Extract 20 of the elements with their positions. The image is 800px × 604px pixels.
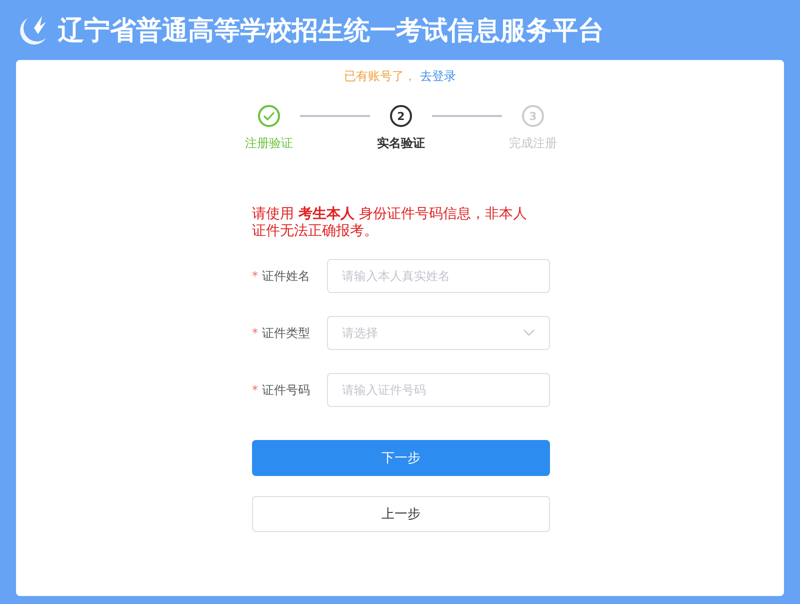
notice-text: 请使用 考生本人 身份证件号码信息，非本人证件无法正确报考。 [252, 206, 528, 240]
back-button[interactable]: 上一步 [252, 496, 550, 532]
field-label: 证件类型 [262, 326, 310, 340]
required-mark: * [252, 268, 258, 282]
field-label: 证件号码 [262, 382, 310, 396]
next-button[interactable]: 下一步 [252, 440, 550, 476]
step-label: 注册验证 [245, 135, 293, 152]
login-prompt: 已有账号了， [344, 68, 416, 85]
step-label: 完成注册 [509, 135, 557, 152]
input-field[interactable]: 请输入本人真实姓名 [327, 259, 550, 293]
site-title: 辽宁省普通高等学校招生统一考试信息服务平台 [58, 14, 604, 48]
login-link[interactable]: 去登录 [420, 68, 456, 85]
select-field[interactable]: 请选择 [327, 316, 550, 350]
step-number: 2 [390, 105, 412, 127]
required-mark: * [252, 382, 258, 396]
required-mark: * [252, 326, 258, 340]
chevron-down-icon [523, 329, 535, 337]
step-label: 实名验证 [377, 135, 425, 152]
field-label: 证件姓名 [262, 268, 310, 282]
input-field[interactable]: 请输入证件号码 [327, 373, 550, 407]
